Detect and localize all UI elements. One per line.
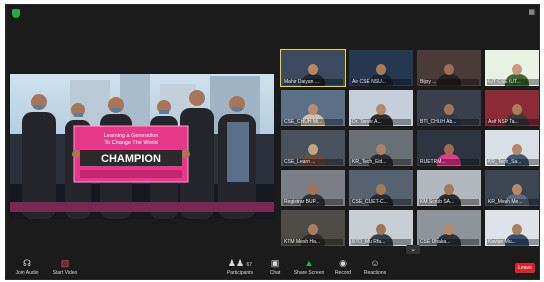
participant-gallery: Mahir Daiyan ... Air CSE NSU... Bijoy ... I… <box>280 49 539 248</box>
participant-name: Dr. Tanvir A... <box>351 119 411 125</box>
view-layout-button[interactable]: ▦ <box>528 8 535 16</box>
participant-name: IUT CSE IUT... <box>487 79 539 85</box>
banner-champion-text: CHAMPION <box>101 153 161 165</box>
participant-tile[interactable]: CSE_CUET-C... <box>349 170 413 206</box>
join-audio-button[interactable]: ☊ Join Audio <box>12 258 42 276</box>
participant-tile[interactable]: CSE_Learn ... <box>281 130 345 166</box>
participants-button[interactable]: ♟♟ 67 Participants <box>223 258 257 276</box>
encryption-shield-icon[interactable] <box>12 9 20 18</box>
participant-tile[interactable]: Bijoy ... <box>417 50 481 86</box>
participant-tile[interactable]: RUETRM... <box>417 130 481 166</box>
participant-name: CSE_CUET-C... <box>351 199 411 205</box>
participants-count: 67 <box>246 262 253 268</box>
participant-name: KTM Mesh Ha... <box>283 239 343 245</box>
participant-tile[interactable]: Kavian Mu... <box>485 210 539 246</box>
participant-name: KM Scrub SA... <box>419 199 479 205</box>
banner-line-1: Learning a Generation <box>104 133 159 139</box>
participant-tile[interactable]: Registrar BUP... <box>281 170 345 206</box>
share-screen-icon: ▲ <box>304 258 314 268</box>
participant-name: BTO_Mu Rfa... <box>351 239 411 245</box>
participant-tile[interactable]: CSE_CHUH Mi... <box>281 90 345 126</box>
participant-name: CSE Dhaka... <box>419 239 479 245</box>
chat-label: Chat <box>269 270 281 276</box>
participant-tile[interactable]: BTI_CHUH Ab... <box>417 90 481 126</box>
participant-tile[interactable]: IUT CSE IUT... <box>485 50 539 86</box>
participant-tile[interactable]: BTO_Mu Rfa... <box>349 210 413 246</box>
participant-name: Registrar BUP... <box>283 199 343 205</box>
participant-tile[interactable]: Air CSE NSU... <box>349 50 413 86</box>
participant-tile[interactable]: Mahir Daiyan ... <box>280 49 346 87</box>
chat-icon: ▣ <box>270 258 280 268</box>
participant-tile[interactable]: Asif NSP Ta... <box>485 90 539 126</box>
participant-name: BTI_CHUH Ab... <box>419 119 479 125</box>
video-off-icon: ▨ <box>60 258 70 268</box>
participant-tile[interactable]: CSE Dhaka... <box>417 210 481 246</box>
active-speaker-video[interactable]: Learning a Generation To Change The Worl… <box>10 74 274 219</box>
participant-name: RUETRM... <box>419 159 479 165</box>
award-ceremony-scene: Learning a Generation To Change The Worl… <box>10 74 274 219</box>
reactions-icon: ☺ <box>370 258 380 268</box>
participant-name: KR_Mesh Me... <box>487 199 539 205</box>
reactions-label: Reactions <box>363 270 387 276</box>
participant-name: KR_Tech_Sa... <box>487 159 539 165</box>
leave-button[interactable]: Leave <box>515 263 535 273</box>
participant-name: Mahir Daiyan ... <box>283 79 343 85</box>
participant-name: CSE_Learn ... <box>283 159 343 165</box>
participant-tile[interactable]: Dr. Tanvir A... <box>349 90 413 126</box>
record-button[interactable]: ◉ Record <box>332 258 354 276</box>
reactions-button[interactable]: ☺ Reactions <box>362 258 388 276</box>
start-video-button[interactable]: ▨ Start Video <box>50 258 80 276</box>
headphones-icon: ☊ <box>23 258 31 268</box>
meeting-toolbar: ☊ Join Audio ▨ Start Video ♟♟ 67 Partici… <box>6 255 539 279</box>
participant-tile[interactable]: KM Scrub SA... <box>417 170 481 206</box>
participant-name: KR_Tech_Eid... <box>351 159 411 165</box>
participant-tile[interactable]: KR_Tech_Eid... <box>349 130 413 166</box>
banner-line-2: To Change The World <box>104 140 157 146</box>
participant-name: CSE_CHUH Mi... <box>283 119 343 125</box>
participant-tile[interactable]: KTM Mesh Ha... <box>281 210 345 246</box>
participant-tile[interactable]: KR_Mesh Me... <box>485 170 539 206</box>
share-screen-button[interactable]: ▲ Share Screen <box>293 258 325 276</box>
participant-name: Asif NSP Ta... <box>487 119 539 125</box>
participant-name: Air CSE NSU... <box>351 79 411 85</box>
share-screen-label: Share Screen <box>293 270 325 276</box>
meeting-top-bar: ▦ <box>6 5 539 23</box>
participant-name: Bijoy ... <box>419 79 479 85</box>
participants-icon: ♟♟ 67 <box>227 258 253 268</box>
participants-label: Participants <box>226 270 254 276</box>
chevron-down-icon[interactable]: ⌄ <box>406 245 420 254</box>
record-label: Record <box>334 270 352 276</box>
join-audio-label: Join Audio <box>15 270 39 276</box>
start-video-label: Start Video <box>52 270 78 276</box>
participant-name: Kavian Mu... <box>487 239 539 245</box>
chat-button[interactable]: ▣ Chat <box>265 258 285 276</box>
zoom-meeting-window: ▦ Learning a Generation To Change The Wo… <box>5 4 540 280</box>
record-icon: ◉ <box>339 258 347 268</box>
participant-tile[interactable]: KR_Tech_Sa... <box>485 130 539 166</box>
